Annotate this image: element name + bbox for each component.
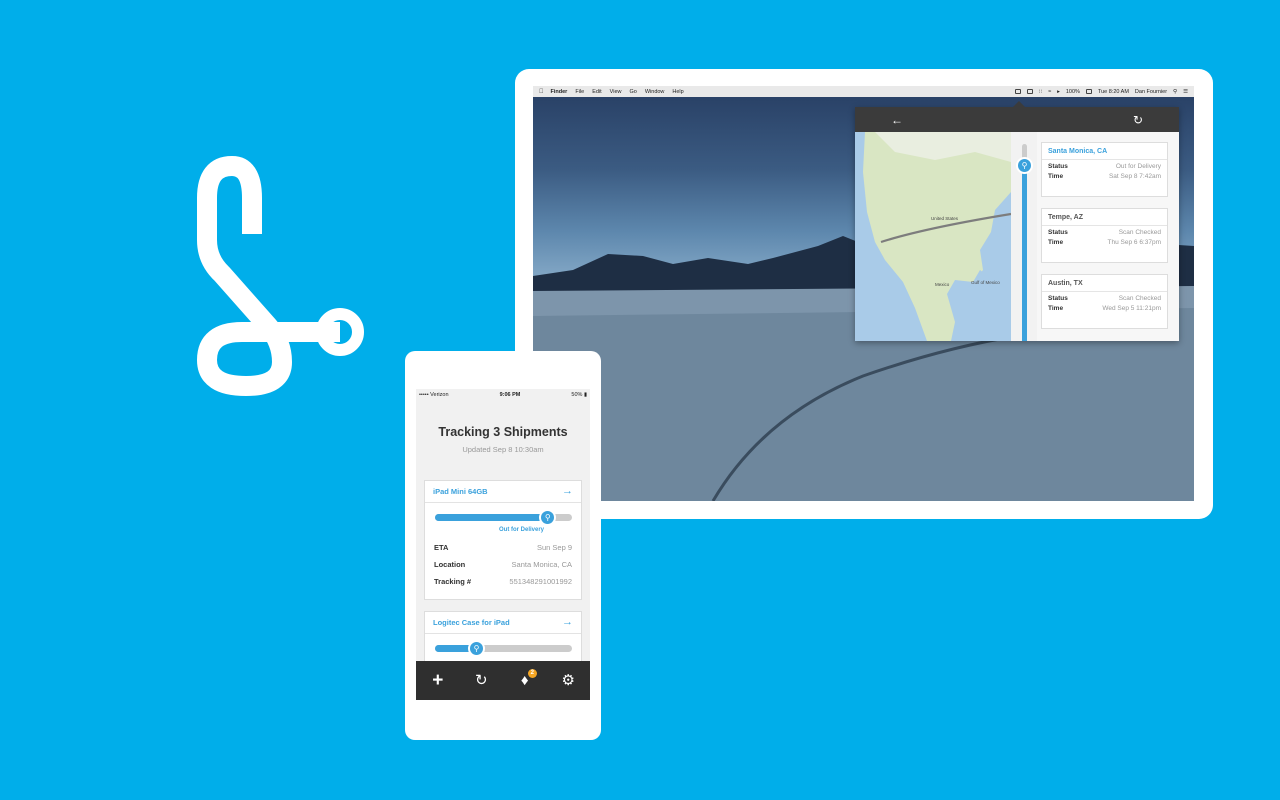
event-status-label: Status <box>1048 229 1068 236</box>
route-map[interactable]: United States Mexico Gulf of Mexico <box>855 132 1011 341</box>
volume-icon[interactable]: ▸ <box>1057 89 1060 95</box>
spotlight-search-icon[interactable]: ⚲ <box>1173 89 1177 95</box>
battery-icon[interactable] <box>1085 89 1092 94</box>
shipment-name: Logitec Case for iPad <box>433 618 510 627</box>
timeline-fill <box>1022 166 1027 341</box>
menu-go[interactable]: Go <box>630 89 637 95</box>
delivery-truck-icon: ⚲ <box>468 640 486 657</box>
bluetooth-icon[interactable]: ∷ <box>1039 89 1043 95</box>
menu-app-name[interactable]: Finder <box>551 89 568 95</box>
event-time-value: Thu Sep 6 6:37pm <box>1107 239 1161 246</box>
eta-label: ETA <box>434 543 449 552</box>
airplay-icon[interactable] <box>1026 89 1033 94</box>
event-status-value: Scan Checked <box>1118 229 1161 236</box>
arrow-right-icon[interactable]: → <box>562 617 573 628</box>
carrier: ••••• Verizon <box>419 392 449 398</box>
phone-status-bar: ••••• Verizon 9:06 PM 50% ▮ <box>416 389 590 401</box>
event-status-label: Status <box>1048 295 1068 302</box>
menu-edit[interactable]: Edit <box>592 89 601 95</box>
event-card[interactable]: Tempe, AZ Status Scan Checked Time Thu Sep… <box>1041 208 1168 263</box>
arrow-right-icon[interactable]: → <box>562 486 573 497</box>
slice-logo-icon <box>197 156 364 396</box>
notification-badge: 2 <box>527 669 537 678</box>
phone-battery: 50% ▮ <box>571 392 587 398</box>
map-label-gulf: Gulf of Mexico <box>971 280 1000 285</box>
location-label: Location <box>434 560 466 569</box>
refresh-icon[interactable]: ↻ <box>1133 114 1143 126</box>
menu-view[interactable]: View <box>610 89 622 95</box>
event-location: Austin, TX <box>1042 275 1167 292</box>
event-status-label: Status <box>1048 163 1068 170</box>
event-card[interactable]: Austin, TX Status Scan Checked Time Wed Se… <box>1041 274 1168 329</box>
tracking-label: Tracking # <box>434 577 472 586</box>
updated-timestamp: Updated Sep 8 10:30am <box>462 445 544 454</box>
shipment-progress: ⚲ <box>425 503 581 527</box>
phone-tab-bar: + ↻ ♦ 2 ⚙ <box>416 661 590 700</box>
tracking-popover: ← ↻ United States Mexico Gulf of Mexico … <box>855 101 1179 341</box>
menu-file[interactable]: File <box>575 89 584 95</box>
event-list: Santa Monica, CA Status Out for Delivery … <box>1037 132 1179 341</box>
plus-icon[interactable]: + <box>427 671 449 690</box>
slice-menubar-icon[interactable] <box>1014 89 1021 94</box>
mac-menubar:  Finder File Edit View Go Window Help ∷… <box>533 86 1194 97</box>
gear-icon[interactable]: ⚙ <box>557 673 579 688</box>
progress-fill <box>435 514 548 521</box>
delivery-truck-icon: ⚲ <box>539 509 557 526</box>
menu-help[interactable]: Help <box>672 89 683 95</box>
phone-screen: ••••• Verizon 9:06 PM 50% ▮ Tracking 3 S… <box>416 389 590 700</box>
location-value: Santa Monica, CA <box>511 560 572 569</box>
event-location: Tempe, AZ <box>1042 209 1167 226</box>
map-label-mexico: Mexico <box>935 282 950 287</box>
wifi-icon[interactable]: ≈ <box>1048 89 1051 95</box>
arrow-left-icon[interactable]: ← <box>891 114 903 126</box>
page-title: Tracking 3 Shipments <box>438 425 568 439</box>
event-time-label: Time <box>1048 173 1064 180</box>
event-time-value: Sat Sep 8 7:42am <box>1108 173 1161 180</box>
battery-percent[interactable]: 100% <box>1066 89 1080 95</box>
menubar-user[interactable]: Dan Fournier <box>1135 89 1167 95</box>
delivery-truck-icon: ⚲ <box>1016 157 1033 174</box>
event-time-label: Time <box>1048 305 1064 312</box>
menu-window[interactable]: Window <box>645 89 665 95</box>
event-card[interactable]: Santa Monica, CA Status Out for Delivery … <box>1041 142 1168 197</box>
event-time-label: Time <box>1048 239 1064 246</box>
eta-value: Sun Sep 9 <box>536 543 572 552</box>
tracking-timeline: ⚲ <box>1011 132 1037 341</box>
notification-center-icon[interactable]: ☰ <box>1183 89 1188 95</box>
shipment-header[interactable]: Logitec Case for iPad → <box>425 612 581 634</box>
event-status-value: Out for Delivery <box>1115 163 1161 170</box>
tracking-value: 551348291001992 <box>509 577 572 586</box>
map-label-us: United States <box>931 216 959 221</box>
event-time-value: Wed Sep 5 11:21pm <box>1102 305 1161 312</box>
apple-icon[interactable]:  <box>539 89 544 95</box>
bell-icon[interactable]: ♦ 2 <box>514 669 537 688</box>
phone-time: 9:06 PM <box>499 392 521 398</box>
shipment-name: iPad Mini 64GB <box>433 487 488 496</box>
menubar-clock[interactable]: Tue 8:20 AM <box>1098 89 1129 95</box>
event-status-value: Scan Checked <box>1118 295 1161 302</box>
shipment-header[interactable]: iPad Mini 64GB → <box>425 481 581 503</box>
refresh-icon[interactable]: ↻ <box>470 673 492 688</box>
popover-header: ← ↻ <box>855 107 1179 132</box>
event-location: Santa Monica, CA <box>1042 143 1167 160</box>
shipment-progress: ⚲ <box>425 634 581 658</box>
shipment-status: Out for Delivery <box>499 527 545 533</box>
popover-arrow <box>1013 101 1025 107</box>
map-land <box>855 132 1011 341</box>
shipment-card[interactable]: iPad Mini 64GB → ⚲ Out for Delivery ETA S… <box>424 480 582 600</box>
